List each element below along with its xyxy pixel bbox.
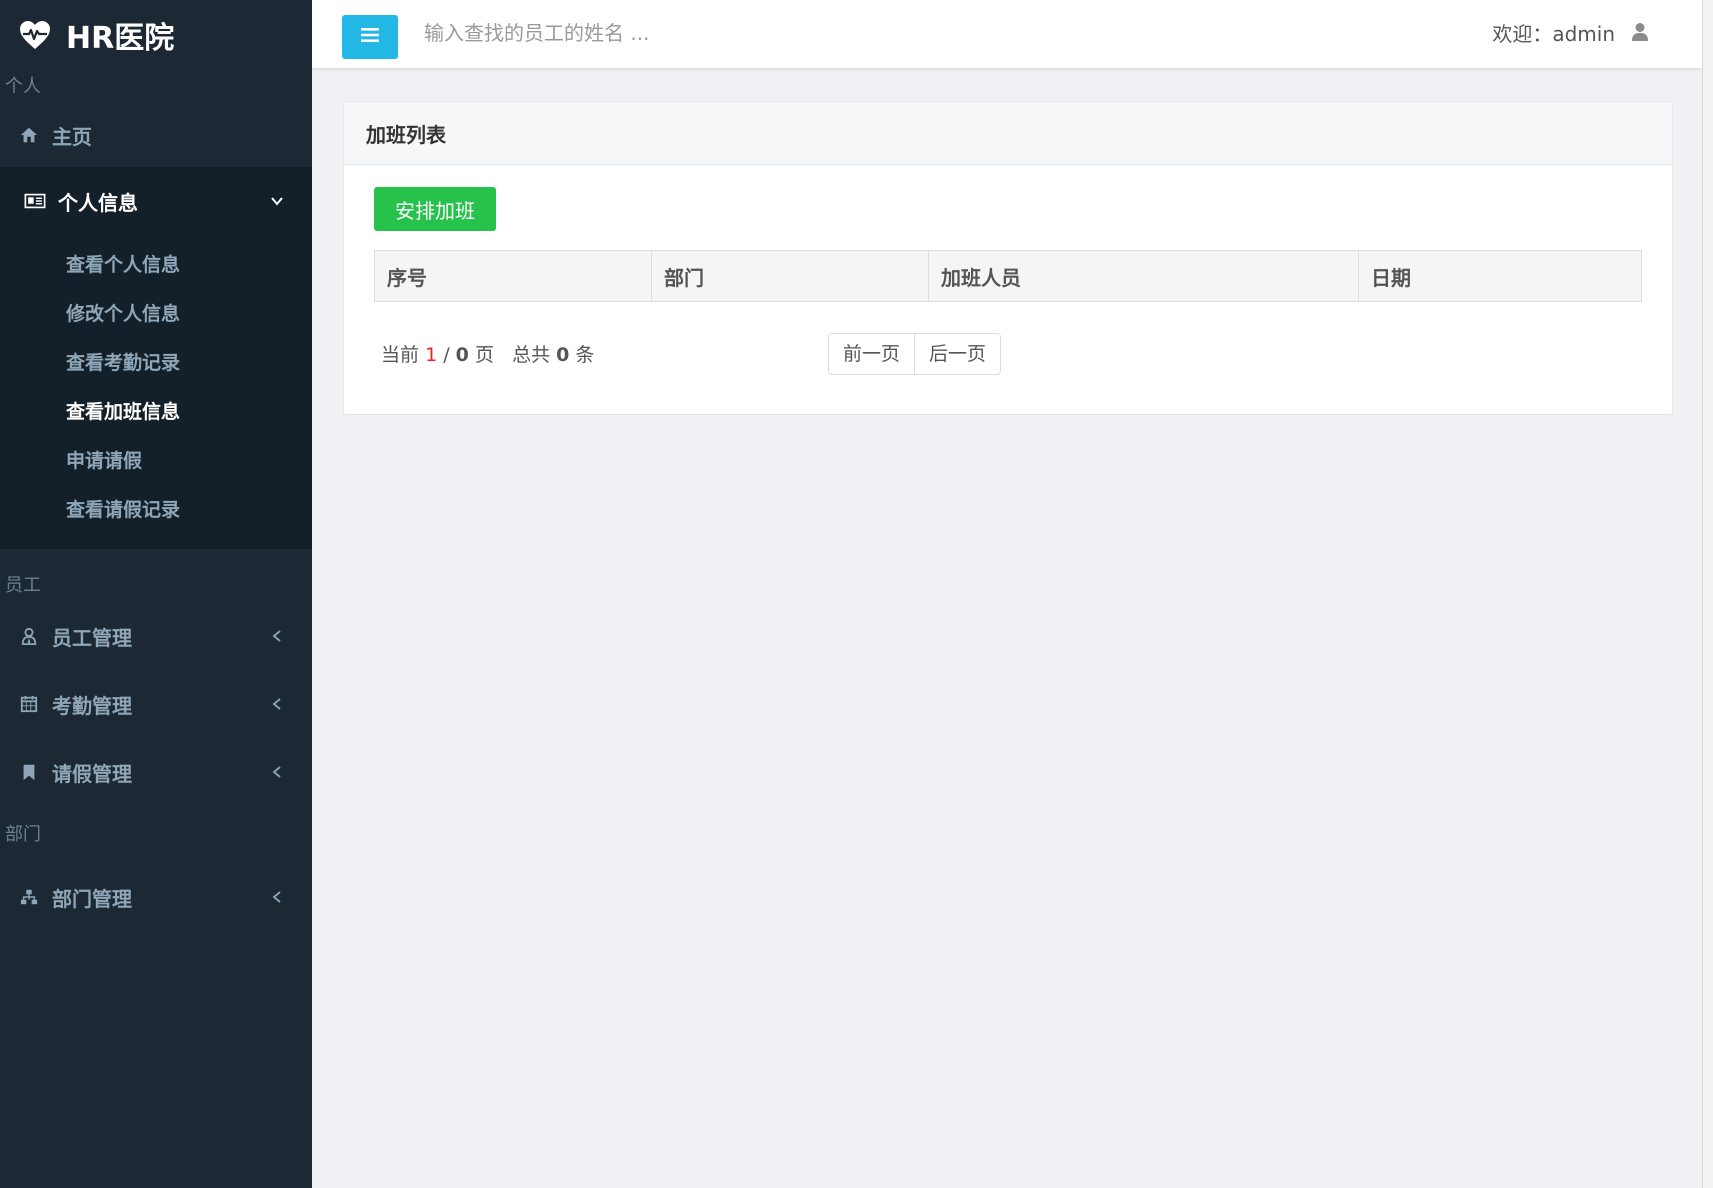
sidebar-item-attendance-mgmt[interactable]: 考勤管理 xyxy=(0,670,312,738)
home-icon xyxy=(18,124,40,146)
current-page: 1 xyxy=(425,344,438,366)
total-prefix: 总共 xyxy=(512,344,551,366)
sidebar-item-leave-mgmt[interactable]: 请假管理 xyxy=(0,738,312,806)
table-header-row: 序号 部门 加班人员 日期 xyxy=(374,250,1642,302)
submenu-item-view-profile[interactable]: 查看个人信息 xyxy=(0,241,312,290)
chevron-left-icon xyxy=(270,629,284,643)
submenu-item-leave-records[interactable]: 查看请假记录 xyxy=(0,486,312,535)
heartbeat-icon xyxy=(18,18,52,52)
record-unit: 条 xyxy=(575,344,595,366)
sidebar-item-dept-mgmt[interactable]: 部门管理 xyxy=(0,863,312,931)
brand[interactable]: HR医院 xyxy=(0,0,312,70)
sidebar-item-employee-mgmt[interactable]: 员工管理 xyxy=(0,602,312,670)
pager-prefix: 当前 xyxy=(381,344,420,366)
overtime-list-panel: 加班列表 安排加班 序号 部门 加班人员 日期 当前 1 / 0 页 总共 0 … xyxy=(343,101,1673,415)
sidebar-item-label: 员工管理 xyxy=(52,625,132,650)
chevron-left-icon xyxy=(270,765,284,779)
section-label-personal: 个人 xyxy=(5,76,41,97)
column-header-date: 日期 xyxy=(1358,250,1642,302)
employee-search-input[interactable] xyxy=(422,12,926,54)
submenu-item-overtime-info[interactable]: 查看加班信息 xyxy=(0,388,312,437)
prev-page-button[interactable]: 前一页 xyxy=(829,334,915,374)
sidebar-item-label: 个人信息 xyxy=(58,190,138,215)
id-card-icon xyxy=(24,190,46,212)
sidebar: HR医院 个人 主页 个人信息 查看个人信息 修改个人信息 查看考勤记录 查看加… xyxy=(0,0,312,1188)
panel-title: 加班列表 xyxy=(344,102,1672,165)
section-label-employee: 员工 xyxy=(5,575,41,596)
chevron-left-icon xyxy=(270,890,284,904)
pager-separator: / xyxy=(443,344,450,366)
menu-toggle-button[interactable] xyxy=(342,15,398,59)
page-unit: 页 xyxy=(474,344,494,366)
hamburger-icon xyxy=(361,27,379,47)
sidebar-item-personal-info[interactable]: 个人信息 xyxy=(0,167,312,235)
sidebar-item-home[interactable]: 主页 xyxy=(0,103,312,167)
total-pages: 0 xyxy=(455,344,469,366)
schedule-overtime-button[interactable]: 安排加班 xyxy=(374,187,496,231)
submenu-item-attendance-records[interactable]: 查看考勤记录 xyxy=(0,339,312,388)
sidebar-item-label: 部门管理 xyxy=(52,886,132,911)
overtime-table: 序号 部门 加班人员 日期 xyxy=(374,250,1642,302)
welcome-text: 欢迎：admin xyxy=(1492,22,1615,46)
brand-name: HR医院 xyxy=(66,21,175,56)
submenu-item-apply-leave[interactable]: 申请请假 xyxy=(0,437,312,486)
submenu-item-edit-profile[interactable]: 修改个人信息 xyxy=(0,290,312,339)
chevron-down-icon xyxy=(270,194,284,208)
user-icon[interactable] xyxy=(1631,22,1651,44)
next-page-button[interactable]: 后一页 xyxy=(914,334,1001,374)
sidebar-item-label: 主页 xyxy=(52,124,92,149)
sitemap-icon xyxy=(18,886,40,908)
column-header-index: 序号 xyxy=(374,250,652,302)
sidebar-item-label: 考勤管理 xyxy=(52,693,132,718)
calendar-icon xyxy=(18,693,40,715)
bookmark-icon xyxy=(18,761,40,783)
pagination: 前一页 后一页 xyxy=(828,333,1002,375)
chevron-left-icon xyxy=(270,697,284,711)
sidebar-item-label: 请假管理 xyxy=(52,761,132,786)
personal-submenu: 查看个人信息 修改个人信息 查看考勤记录 查看加班信息 申请请假 查看请假记录 xyxy=(0,235,312,549)
pagination-info: 当前 1 / 0 页 总共 0 条 xyxy=(381,340,594,367)
section-label-department: 部门 xyxy=(5,824,41,845)
column-header-department: 部门 xyxy=(651,250,929,302)
topbar: 欢迎：admin xyxy=(312,0,1703,69)
user-tie-icon xyxy=(18,625,40,647)
total-records: 0 xyxy=(556,344,570,366)
column-header-overtime-staff: 加班人员 xyxy=(928,250,1359,302)
page-scrollbar[interactable] xyxy=(1702,0,1713,1188)
